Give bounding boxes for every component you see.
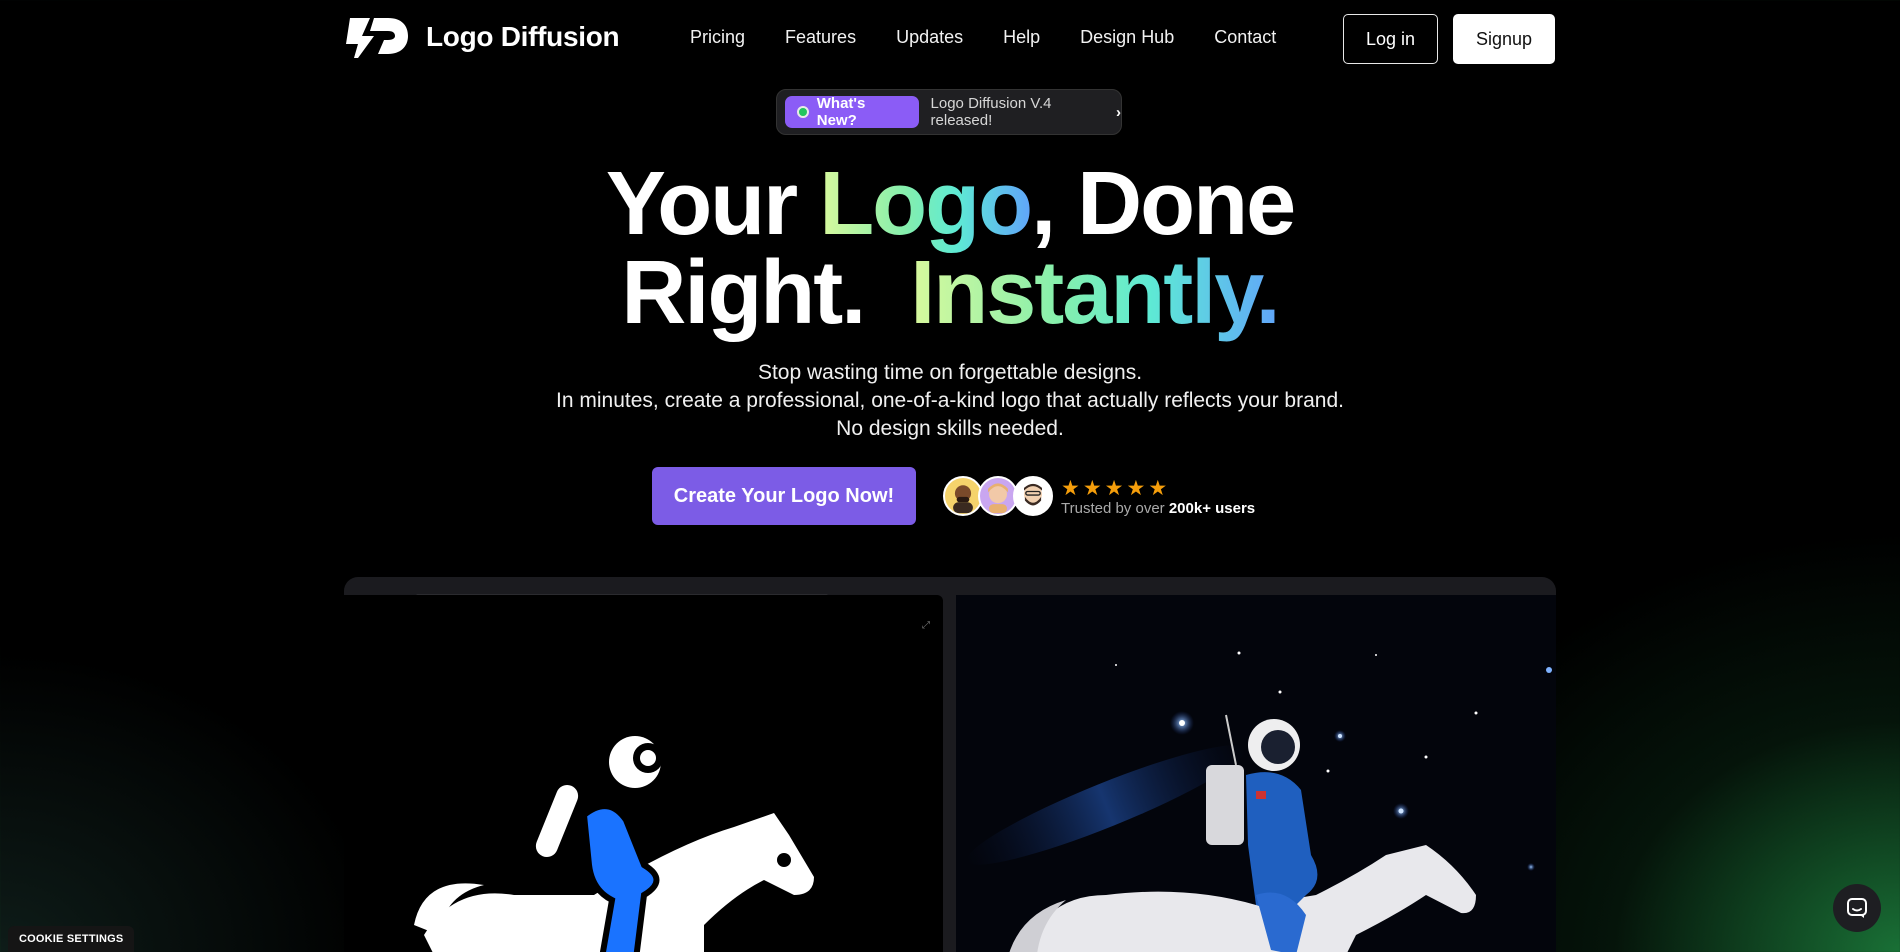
astronaut-horse-logo-image: [414, 736, 814, 952]
hero-subtitle-line3: No design skills needed.: [836, 417, 1064, 440]
logo-mark-icon: [346, 18, 408, 58]
announcement-text: Logo Diffusion V.4 released!: [930, 95, 1052, 129]
nav-link-help[interactable]: Help: [1003, 27, 1040, 48]
headline-highlight: Instantly.: [910, 243, 1280, 343]
trusted-prefix: Trusted by over: [1061, 500, 1169, 517]
brand-logo[interactable]: Logo Diffusion: [344, 14, 620, 60]
star-icon: ★: [1148, 477, 1168, 500]
trusted-count: 200k+ users: [1168, 500, 1256, 517]
whats-new-label: What's New?: [816, 95, 866, 129]
star-icon: ★: [1104, 477, 1124, 500]
hero-subtitle-line1: Stop wasting time on forgettable designs…: [757, 361, 1143, 384]
whats-new-badge: What's New?: [785, 95, 919, 129]
avatar: [978, 476, 1018, 516]
top-navigation: Logo Diffusion Pricing Features Updates …: [344, 14, 1556, 64]
star-icon: ★: [1082, 477, 1102, 500]
rating-stars: ★ ★ ★ ★ ★: [1061, 476, 1167, 501]
demo-showcase: ⤢: [344, 577, 1556, 952]
signup-button[interactable]: Signup: [1453, 14, 1555, 64]
nav-link-contact[interactable]: Contact: [1214, 27, 1276, 48]
headline-text: Right.: [621, 243, 911, 343]
hero-subtitle-line2: In minutes, create a professional, one-o…: [556, 389, 1344, 412]
nav-links: Pricing Features Updates Help Design Hub…: [690, 27, 1276, 48]
generated-image-pane: [956, 595, 1556, 952]
chat-icon: [1847, 898, 1867, 918]
logo-preview-pane: ⤢: [344, 595, 943, 952]
chevron-right-icon: ›: [1116, 103, 1121, 121]
login-button[interactable]: Log in: [1343, 14, 1438, 64]
user-avatars: [943, 476, 1053, 516]
hero-headline-line2: Right. Instantly.: [0, 248, 1900, 338]
announcement-pill[interactable]: What's New? Logo Diffusion V.4 released!…: [776, 89, 1122, 135]
create-logo-button[interactable]: Create Your Logo Now!: [652, 467, 916, 525]
headline-highlight: Logo: [819, 154, 1033, 254]
nav-link-pricing[interactable]: Pricing: [690, 27, 745, 48]
star-icon: ★: [1126, 477, 1146, 500]
nav-link-features[interactable]: Features: [785, 27, 856, 48]
avatar: [1013, 476, 1053, 516]
nav-link-design-hub[interactable]: Design Hub: [1080, 27, 1174, 48]
headline-text: , Done: [1031, 154, 1296, 254]
hero-headline-line1: Your Logo, Done: [0, 159, 1900, 249]
astronaut-horse-photo-image: [966, 651, 1552, 952]
nav-link-updates[interactable]: Updates: [896, 27, 963, 48]
chat-launcher-button[interactable]: [1833, 884, 1881, 932]
star-icon: ★: [1061, 477, 1080, 500]
status-dot-icon: [797, 106, 809, 118]
avatar: [943, 476, 983, 516]
trusted-by-text: Trusted by over 200k+ users: [1061, 500, 1255, 517]
cookie-settings-button[interactable]: COOKIE SETTINGS: [8, 926, 135, 952]
headline-text: Your: [605, 154, 820, 254]
brand-name: Logo Diffusion: [426, 21, 620, 52]
